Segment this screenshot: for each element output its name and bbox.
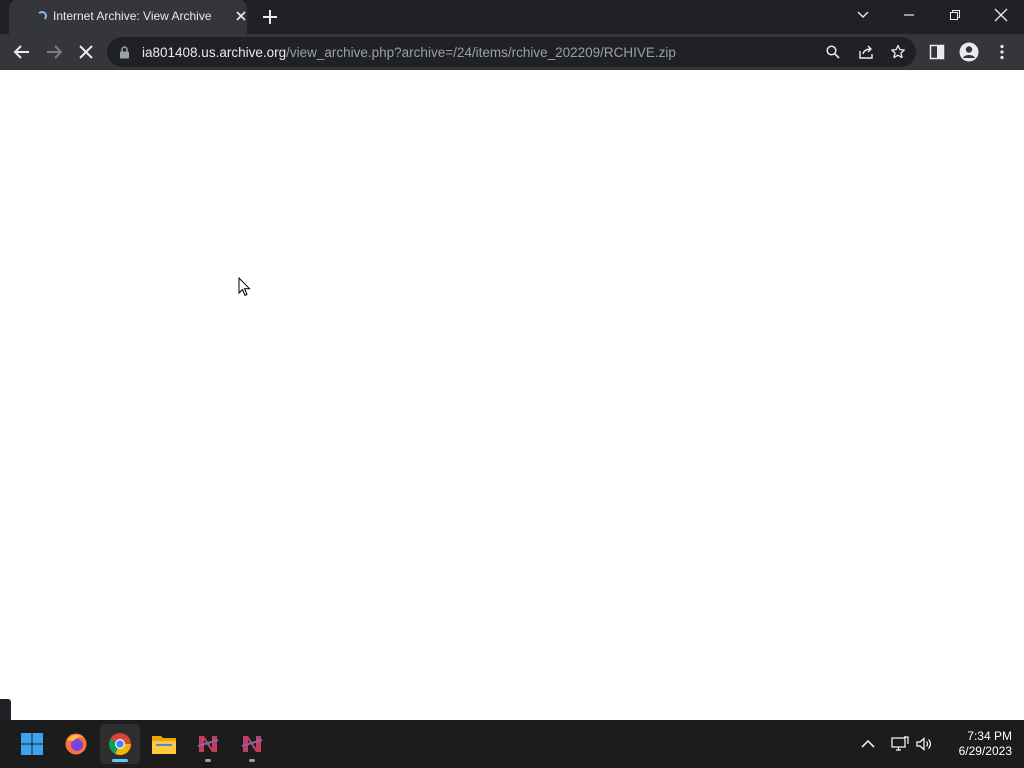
n-app-icon [197, 736, 219, 752]
share-icon [859, 45, 873, 59]
loading-spinner-icon [37, 11, 47, 21]
bookmark-button[interactable] [889, 43, 907, 61]
stop-loading-button[interactable] [74, 40, 98, 64]
clock-time: 7:34 PM [967, 729, 1012, 743]
close-icon [994, 8, 1008, 22]
lock-icon [120, 46, 129, 59]
chrome-icon [109, 733, 131, 756]
close-window-button[interactable] [978, 0, 1024, 30]
restore-button[interactable] [932, 0, 978, 30]
network-icon [891, 736, 909, 751]
running-app-indicator [205, 759, 211, 762]
browser-titlebar: Internet Archive: View Archive [0, 0, 1024, 34]
active-app-indicator [112, 759, 128, 762]
show-hidden-icons-button[interactable] [858, 734, 878, 754]
close-icon [236, 11, 246, 21]
url-host: ia801408.us.archive.org [142, 45, 287, 60]
search-button[interactable] [824, 43, 842, 61]
star-icon [891, 44, 905, 59]
n-app-icon [241, 736, 263, 752]
active-tab[interactable]: Internet Archive: View Archive [9, 0, 247, 34]
profile-button[interactable] [959, 42, 979, 62]
restore-icon [950, 10, 960, 20]
arrow-right-icon [47, 45, 63, 59]
windows-logo-icon [21, 733, 43, 755]
browser-toolbar: ia801408.us.archive.org/view_archive.php… [0, 34, 1024, 70]
firefox-icon [65, 733, 87, 755]
side-panel-icon [929, 44, 945, 60]
url-path: /view_archive.php?archive=/24/items/rchi… [286, 45, 676, 60]
stop-icon [79, 45, 93, 59]
search-icon [826, 45, 840, 59]
chevron-up-icon [861, 739, 875, 748]
folder-icon [152, 736, 176, 754]
start-button[interactable] [12, 724, 52, 764]
status-bubble [0, 699, 11, 720]
address-bar[interactable]: ia801408.us.archive.org/view_archive.php… [107, 37, 916, 67]
share-button[interactable] [857, 43, 875, 61]
taskbar-app-n-1[interactable] [188, 724, 228, 764]
taskbar-firefox[interactable] [56, 724, 96, 764]
plus-icon [263, 10, 277, 24]
speaker-icon [916, 737, 931, 751]
running-app-indicator [249, 759, 255, 762]
network-button[interactable] [890, 734, 910, 754]
side-panel-button[interactable] [927, 42, 947, 62]
page-content [0, 70, 1024, 720]
clock-date: 6/29/2023 [958, 744, 1012, 758]
avatar-icon [959, 42, 979, 62]
back-button[interactable] [10, 40, 34, 64]
taskbar-chrome[interactable] [100, 724, 140, 764]
mouse-cursor-icon [238, 277, 251, 297]
chevron-down-icon [857, 11, 869, 18]
tab-title: Internet Archive: View Archive [53, 9, 212, 23]
menu-button[interactable] [992, 42, 1012, 62]
system-clock[interactable]: 7:34 PM 6/29/2023 [942, 729, 1012, 759]
taskbar: 7:34 PM 6/29/2023 [0, 720, 1024, 768]
minimize-button[interactable] [886, 0, 932, 30]
minimize-icon [904, 14, 914, 16]
taskbar-app-n-2[interactable] [232, 724, 272, 764]
url-text[interactable]: ia801408.us.archive.org/view_archive.php… [142, 45, 676, 60]
arrow-left-icon [13, 45, 29, 59]
forward-button[interactable] [42, 40, 66, 64]
kebab-menu-icon [1000, 44, 1004, 60]
new-tab-button[interactable] [260, 7, 280, 27]
volume-button[interactable] [914, 734, 934, 754]
tab-close-button[interactable] [233, 8, 249, 24]
tab-search-button[interactable] [840, 0, 886, 30]
taskbar-file-explorer[interactable] [144, 724, 184, 764]
